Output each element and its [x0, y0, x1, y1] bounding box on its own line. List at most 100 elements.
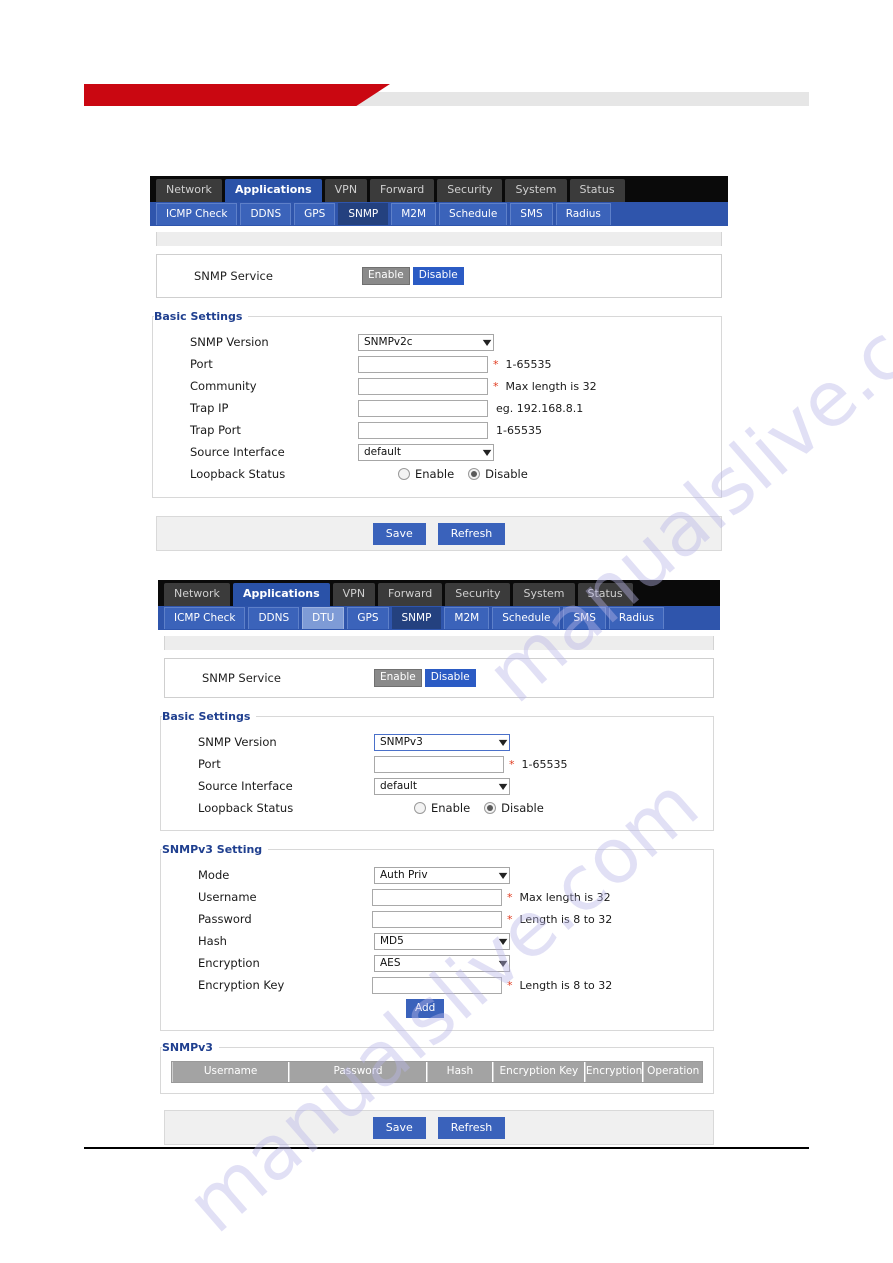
panel2-hint-port: 1-65535: [521, 757, 568, 771]
panel2-row-password: Password * Length is 8 to 32: [161, 908, 713, 930]
panel1-sub-tab-bar: ICMP Check DDNS GPS SNMP M2M Schedule SM…: [150, 202, 728, 226]
panel2-label-encryption-key: Encryption Key: [198, 978, 285, 992]
panel2-radio-loopback-disable[interactable]: [484, 802, 497, 814]
panel1-control-source-interface: default ▼: [358, 443, 494, 461]
panel1-input-trap-port[interactable]: [358, 421, 488, 439]
panel2-tab-system[interactable]: System: [513, 583, 575, 606]
panel2-subtab-dtu[interactable]: DTU: [302, 607, 345, 629]
panel2-row-encryption: Encryption AES ▼: [161, 952, 713, 974]
panel1-subtab-gps[interactable]: GPS: [294, 203, 336, 225]
panel2-subtab-ddns[interactable]: DDNS: [248, 607, 300, 629]
panel1-subtab-icmp-check[interactable]: ICMP Check: [156, 203, 238, 225]
panel2-control-add: Add: [406, 998, 445, 1018]
panel1-tab-network[interactable]: Network: [156, 179, 222, 202]
panel1-required-star-port: *: [493, 357, 499, 371]
panel2-refresh-button[interactable]: Refresh: [437, 1116, 506, 1139]
panel1-subtab-snmp[interactable]: SNMP: [338, 203, 389, 225]
panel1-select-snmp-version[interactable]: SNMPv2c ▼: [358, 333, 494, 351]
panel1-hint-community: Max length is 32: [505, 379, 597, 393]
snmpv3-col-operation: Operation: [643, 1062, 702, 1082]
panel2-snmpv3-setting-group: SNMPv3 Setting Mode Auth Priv ▼ Username: [160, 843, 714, 1031]
panel2-tab-network[interactable]: Network: [164, 583, 230, 606]
panel2-subtab-gps[interactable]: GPS: [347, 607, 389, 629]
panel1-tab-status[interactable]: Status: [569, 179, 625, 202]
panel1-save-button[interactable]: Save: [372, 522, 426, 545]
panel2-control-encryption-key: * Length is 8 to 32: [372, 976, 612, 994]
panel2-tab-security[interactable]: Security: [445, 583, 511, 606]
panel2-enable-button[interactable]: Enable: [374, 669, 422, 687]
panel1-hint-trap-port: 1-65535: [496, 423, 542, 437]
panel1-radio-loopback-disable[interactable]: [468, 468, 481, 480]
chevron-down-icon: ▼: [498, 870, 508, 880]
panel2-input-port[interactable]: [374, 755, 504, 773]
chevron-down-icon: ▼: [498, 936, 508, 946]
panel1-tab-system[interactable]: System: [505, 179, 567, 202]
panel2-radio-label-enable: Enable: [431, 801, 471, 815]
panel1-tab-vpn[interactable]: VPN: [324, 179, 368, 202]
panel1-label-loopback-status: Loopback Status: [190, 467, 286, 481]
snmpv3-col-username: Username: [172, 1062, 290, 1082]
panel2-tab-forward[interactable]: Forward: [378, 583, 443, 606]
panel1-row-loopback-status: Loopback Status Enable Disable: [153, 463, 721, 485]
panel1-select-source-interface[interactable]: default ▼: [358, 443, 494, 461]
router-ui-panel-2: Network Applications VPN Forward Securit…: [158, 580, 720, 1145]
panel1-subtab-schedule[interactable]: Schedule: [439, 203, 508, 225]
panel1-subtab-sms[interactable]: SMS: [510, 203, 553, 225]
panel2-subtab-snmp[interactable]: SNMP: [391, 607, 442, 629]
panel2-subtab-schedule[interactable]: Schedule: [492, 607, 561, 629]
panel2-disable-button[interactable]: Disable: [424, 669, 476, 687]
panel1-tab-security[interactable]: Security: [437, 179, 503, 202]
panel1-subtab-radius[interactable]: Radius: [555, 203, 611, 225]
panel2-save-button[interactable]: Save: [372, 1116, 426, 1139]
panel1-disable-button[interactable]: Disable: [412, 267, 464, 285]
panel1-input-trap-ip[interactable]: [358, 399, 488, 417]
panel1-enable-button[interactable]: Enable: [362, 267, 410, 285]
panel2-row-source-interface: Source Interface default ▼: [161, 775, 713, 797]
chevron-down-icon: ▼: [482, 447, 492, 457]
panel2-radio-loopback-enable[interactable]: [414, 802, 426, 814]
panel1-subtab-ddns[interactable]: DDNS: [240, 203, 292, 225]
panel2-label-mode: Mode: [198, 868, 230, 882]
panel1-input-community[interactable]: [358, 377, 488, 395]
panel2-input-password[interactable]: [372, 910, 502, 928]
panel1-input-port[interactable]: [358, 355, 488, 373]
panel1-subtab-m2m[interactable]: M2M: [391, 203, 437, 225]
panel2-basic-settings-box: SNMP Version SNMPv3 ▼ Port * 1-65535 Sou…: [160, 716, 714, 831]
panel2-tab-status[interactable]: Status: [577, 583, 633, 606]
panel1-tab-forward[interactable]: Forward: [370, 179, 435, 202]
panel1-control-community: * Max length is 32: [358, 377, 597, 395]
chevron-down-icon: ▼: [498, 958, 508, 968]
panel2-subtab-sms[interactable]: SMS: [563, 607, 606, 629]
panel2-input-encryption-key[interactable]: [372, 976, 502, 994]
panel2-label-username: Username: [198, 890, 257, 904]
panel1-radio-label-enable: Enable: [415, 467, 455, 481]
panel2-required-star-username: *: [507, 890, 513, 904]
panel2-row-encryption-key: Encryption Key * Length is 8 to 32: [161, 974, 713, 996]
panel1-radio-label-disable: Disable: [485, 467, 528, 481]
panel1-main-tab-bar: Network Applications VPN Forward Securit…: [150, 176, 728, 202]
panel2-select-encryption[interactable]: AES ▼: [374, 954, 510, 972]
panel2-subtab-icmp-check[interactable]: ICMP Check: [164, 607, 246, 629]
panel2-subtab-m2m[interactable]: M2M: [444, 607, 490, 629]
chevron-down-icon: ▼: [482, 337, 492, 347]
panel2-service-toggle-group: Enable Disable: [374, 669, 476, 687]
panel2-control-source-interface: default ▼: [374, 777, 510, 795]
panel1-tab-applications[interactable]: Applications: [224, 179, 322, 202]
snmpv3-col-encryption: Encryption: [584, 1062, 644, 1082]
panel2-select-hash-value: MD5: [380, 934, 404, 947]
panel2-row-username: Username * Max length is 32: [161, 886, 713, 908]
panel2-select-hash[interactable]: MD5 ▼: [374, 932, 510, 950]
panel2-add-button[interactable]: Add: [406, 998, 445, 1018]
panel2-select-source-interface[interactable]: default ▼: [374, 777, 510, 795]
panel2-tab-vpn[interactable]: VPN: [332, 583, 376, 606]
panel2-select-mode[interactable]: Auth Priv ▼: [374, 866, 510, 884]
panel2-select-snmp-version[interactable]: SNMPv3 ▼: [374, 733, 510, 751]
panel2-snmpv3-setting-box: Mode Auth Priv ▼ Username * Max length i…: [160, 849, 714, 1031]
panel2-subtab-radius[interactable]: Radius: [608, 607, 665, 629]
panel1-refresh-button[interactable]: Refresh: [437, 522, 506, 545]
panel1-basic-settings-box: SNMP Version SNMPv2c ▼ Port * 1-65535 Co…: [152, 316, 722, 498]
panel2-hint-password: Length is 8 to 32: [519, 912, 613, 926]
panel2-tab-applications[interactable]: Applications: [232, 583, 330, 606]
panel2-input-username[interactable]: [372, 888, 502, 906]
panel1-radio-loopback-enable[interactable]: [398, 468, 410, 480]
